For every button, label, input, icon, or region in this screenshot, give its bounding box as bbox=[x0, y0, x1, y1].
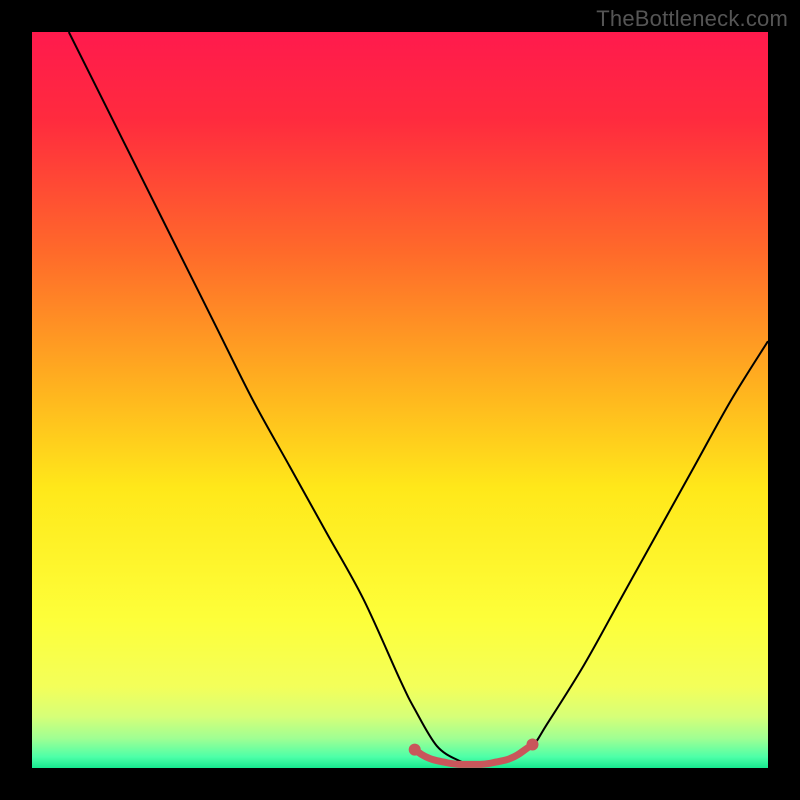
bottleneck-chart bbox=[32, 32, 768, 768]
watermark-text: TheBottleneck.com bbox=[596, 6, 788, 32]
plot-area bbox=[32, 32, 768, 768]
gradient-background bbox=[32, 32, 768, 768]
chart-frame: TheBottleneck.com bbox=[0, 0, 800, 800]
